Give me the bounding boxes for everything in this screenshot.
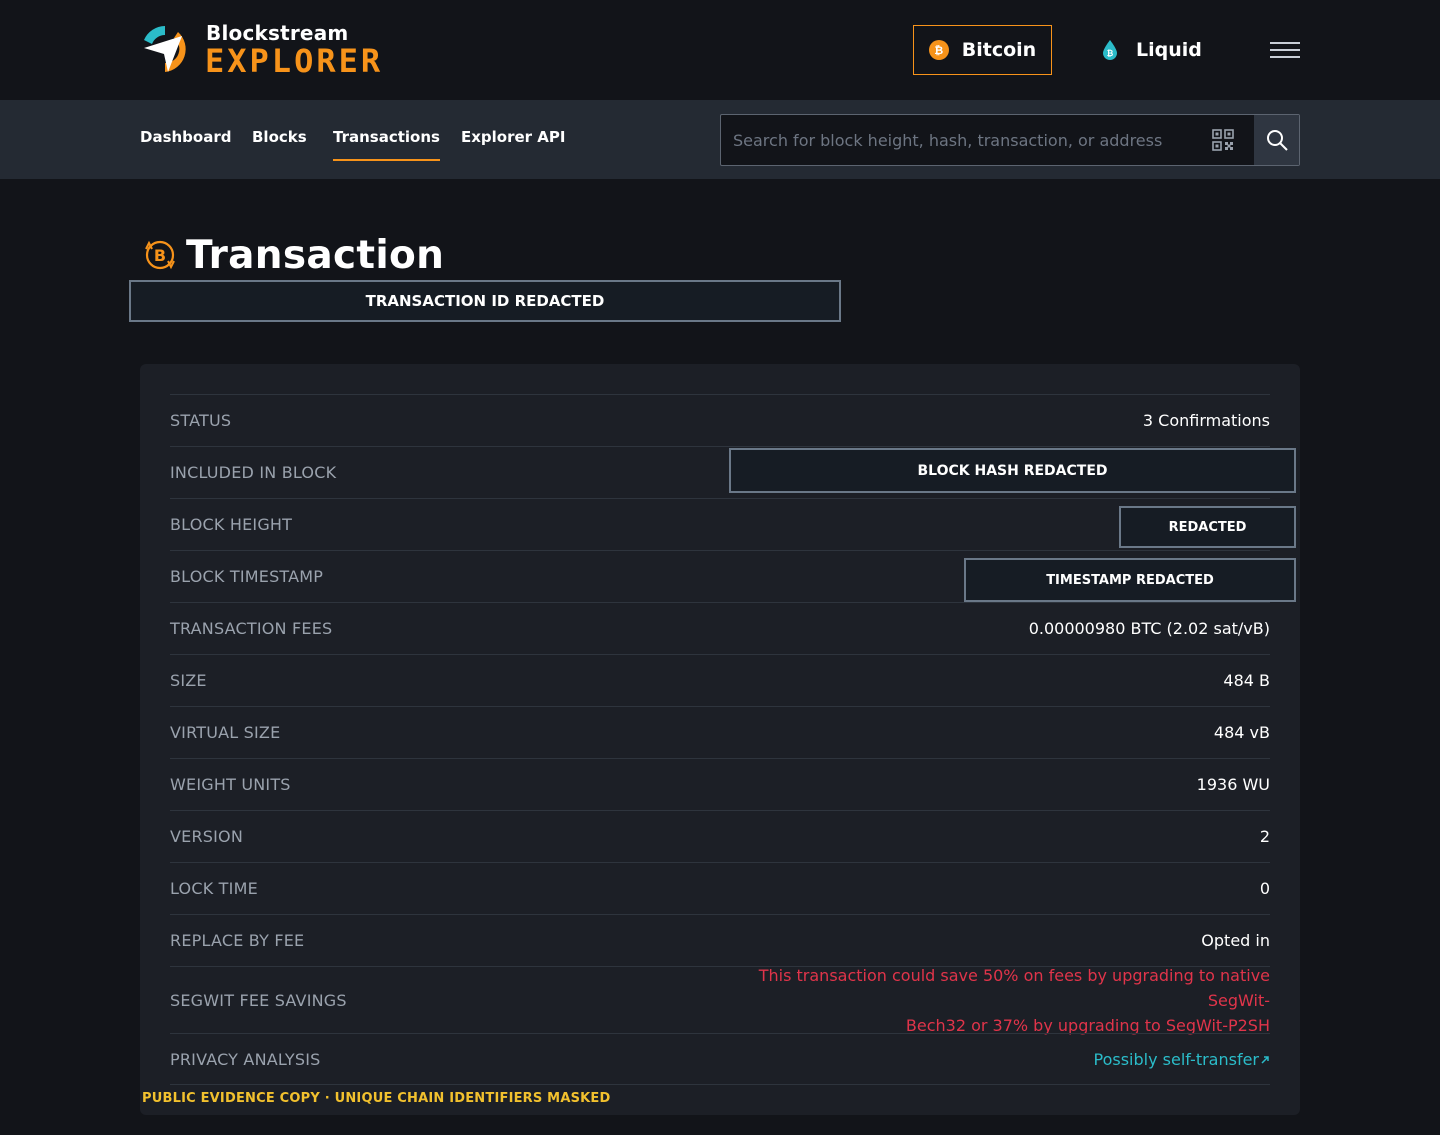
network-liquid-button[interactable]: ₿ Liquid — [1100, 25, 1220, 75]
network-liquid-label: Liquid — [1136, 39, 1202, 61]
detail-label: SEGWIT FEE SAVINGS — [170, 990, 347, 1010]
hamburger-menu-icon[interactable] — [1270, 42, 1300, 60]
detail-row-version: VERSION 2 — [170, 810, 1270, 862]
detail-row-privacy-analysis: PRIVACY ANALYSIS Possibly self-transfer — [170, 1033, 1270, 1085]
detail-label: SIZE — [170, 671, 207, 690]
detail-label: LOCK TIME — [170, 879, 258, 898]
replace-by-fee-value: Opted in — [1201, 931, 1270, 950]
detail-label: TRANSACTION FEES — [170, 619, 333, 638]
privacy-analysis-link[interactable]: Possibly self-transfer — [1094, 1050, 1270, 1069]
network-bitcoin-label: Bitcoin — [961, 39, 1037, 61]
top-bar: Blockstream EXPLORER ₿ Bitcoin ₿ Liquid — [0, 0, 1440, 100]
search-icon — [1266, 130, 1288, 151]
transaction-fees-value: 0.00000980 BTC (2.02 sat/vB) — [1028, 619, 1270, 638]
search-submit-button[interactable] — [1254, 115, 1299, 165]
detail-row-block-height: BLOCK HEIGHT REDACTED — [170, 498, 1296, 550]
detail-row-weight-units: WEIGHT UNITS 1936 WU — [170, 758, 1270, 810]
detail-row-size: SIZE 484 B — [170, 654, 1270, 706]
detail-label: VERSION — [170, 827, 244, 846]
svg-text:₿: ₿ — [1107, 49, 1114, 58]
nav-explorer-api[interactable]: Explorer API — [461, 128, 565, 162]
nav-transactions[interactable]: Transactions — [333, 128, 440, 161]
block-timestamp-redaction: TIMESTAMP REDACTED — [964, 558, 1296, 602]
page-header: B Transaction — [142, 232, 444, 278]
detail-row-block-timestamp: BLOCK TIMESTAMP TIMESTAMP REDACTED — [170, 550, 1296, 602]
lock-time-value: 0 — [1259, 879, 1270, 898]
detail-label: BLOCK TIMESTAMP — [170, 567, 324, 586]
segwit-fee-savings-warning: This transaction could save 50% on fees … — [710, 963, 1270, 1038]
detail-label: BLOCK HEIGHT — [170, 515, 293, 534]
detail-label: WEIGHT UNITS — [170, 775, 291, 794]
detail-label: STATUS — [170, 411, 232, 430]
search-box — [720, 114, 1300, 166]
network-bitcoin-button[interactable]: ₿ Bitcoin — [913, 25, 1052, 75]
detail-row-virtual-size: VIRTUAL SIZE 484 vB — [170, 706, 1270, 758]
version-value: 2 — [1259, 827, 1270, 846]
detail-row-transaction-fees: TRANSACTION FEES 0.00000980 BTC (2.02 sa… — [170, 602, 1270, 654]
transaction-id-redaction: TRANSACTION ID REDACTED — [129, 280, 841, 322]
blockstream-explorer-logo-icon — [144, 26, 186, 72]
privacy-analysis-link-text: Possibly self-transfer — [1093, 1049, 1259, 1069]
detail-label: INCLUDED IN BLOCK — [170, 463, 337, 482]
bitcoin-transaction-icon: B — [145, 240, 175, 270]
search-input[interactable] — [733, 115, 1203, 165]
qr-code-icon[interactable] — [1211, 128, 1235, 152]
virtual-size-value: 484 vB — [1213, 723, 1270, 742]
main-nav: Dashboard Blocks Transactions Explorer A… — [0, 100, 1440, 179]
segwit-warning-line-1: This transaction could save 50% on fees … — [758, 965, 1270, 1010]
detail-row-replace-by-fee: REPLACE BY FEE Opted in — [170, 914, 1270, 966]
page-title: Transaction — [186, 232, 445, 278]
status-value: 3 Confirmations — [1142, 411, 1270, 430]
brand-name-bottom: EXPLORER — [205, 42, 384, 80]
brand-logo[interactable]: Blockstream EXPLORER — [138, 20, 398, 80]
weight-units-value: 1936 WU — [1196, 775, 1270, 794]
liquid-drop-icon: ₿ — [1103, 40, 1117, 60]
detail-row-included-in-block: INCLUDED IN BLOCK BLOCK HASH REDACTED — [170, 446, 1296, 498]
transaction-details-card: STATUS 3 Confirmations INCLUDED IN BLOCK… — [140, 364, 1300, 1115]
bitcoin-coin-icon: ₿ — [928, 40, 949, 60]
detail-row-lock-time: LOCK TIME 0 — [170, 862, 1270, 914]
detail-label: VIRTUAL SIZE — [170, 723, 281, 742]
evidence-note: PUBLIC EVIDENCE COPY · UNIQUE CHAIN IDEN… — [142, 1091, 611, 1106]
svg-text:B: B — [154, 246, 166, 265]
external-link-icon — [1261, 1055, 1269, 1064]
block-height-redaction[interactable]: REDACTED — [1119, 506, 1296, 548]
nav-blocks[interactable]: Blocks — [252, 128, 307, 162]
size-value: 484 B — [1223, 671, 1270, 690]
detail-label: PRIVACY ANALYSIS — [170, 1049, 321, 1069]
nav-dashboard[interactable]: Dashboard — [140, 128, 231, 162]
detail-row-status: STATUS 3 Confirmations — [170, 394, 1270, 446]
detail-row-segwit-fee-savings: SEGWIT FEE SAVINGS This transaction coul… — [170, 966, 1270, 1035]
block-hash-redaction[interactable]: BLOCK HASH REDACTED — [729, 448, 1296, 493]
detail-label: REPLACE BY FEE — [170, 931, 305, 950]
details-table: STATUS 3 Confirmations INCLUDED IN BLOCK… — [170, 394, 1296, 1085]
